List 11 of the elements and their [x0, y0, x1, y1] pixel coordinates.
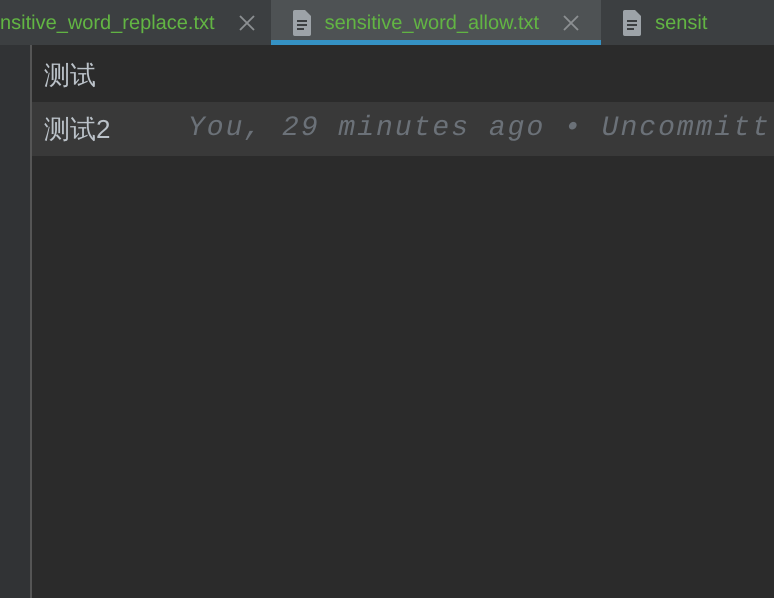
inline-blame: You, 29 minutes ago • Uncommitt [188, 112, 771, 146]
tab-label: sensitive_word_allow.txt [324, 10, 540, 36]
tab-label: nsitive_word_replace.txt [0, 10, 215, 36]
editor-tab[interactable]: nsitive_word_replace.txt [0, 0, 271, 45]
editor-tab[interactable]: sensit [601, 0, 730, 45]
editor-tab[interactable]: sensitive_word_allow.txt [270, 0, 602, 45]
line-text: 测试 [44, 58, 97, 92]
line-text: 测试2 [44, 112, 112, 146]
close-icon[interactable] [238, 14, 255, 30]
close-icon[interactable] [563, 14, 580, 30]
tab-label: sensit [655, 10, 708, 36]
